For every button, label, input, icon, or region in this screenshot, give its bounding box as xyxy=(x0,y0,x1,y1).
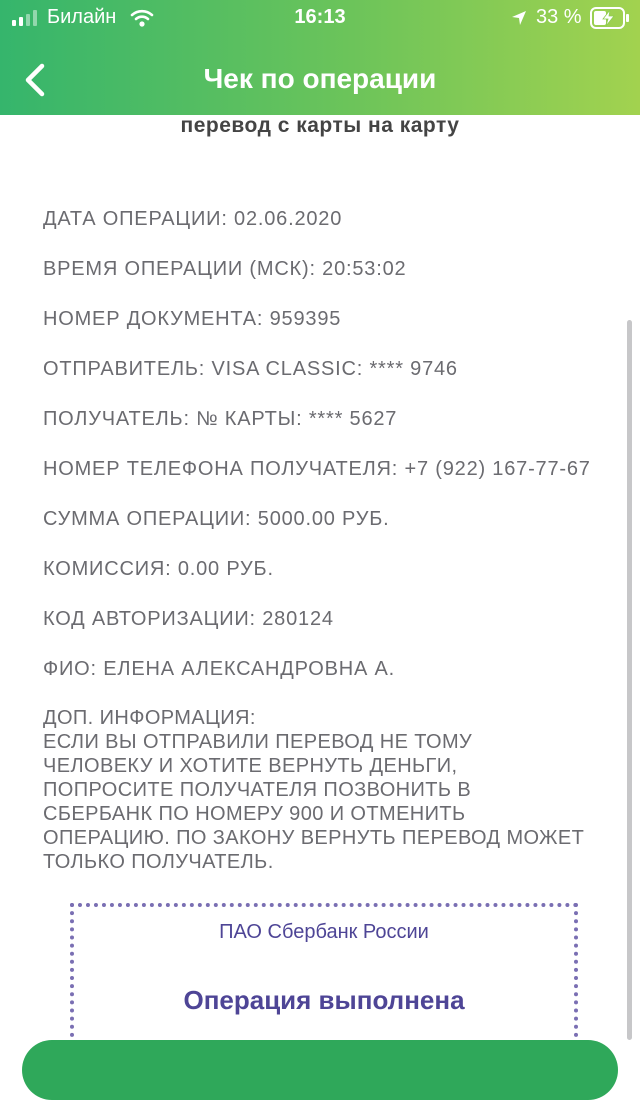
additional-info-line: ТОЛЬКО ПОЛУЧАТЕЛЬ. xyxy=(43,851,274,873)
recipient-name: ФИО: ЕЛЕНА АЛЕКСАНДРОВНА А. xyxy=(43,658,396,680)
operation-amount: СУММА ОПЕРАЦИИ: 5000.00 РУБ. xyxy=(43,508,390,530)
additional-info-line: ЧЕЛОВЕКУ И ХОТИТЕ ВЕРНУТЬ ДЕНЬГИ, xyxy=(43,755,458,777)
stamp-bank-name: ПАО Сбербанк России xyxy=(219,921,429,943)
authorization-code: КОД АВТОРИЗАЦИИ: 280124 xyxy=(43,608,334,630)
additional-info-line: ПОПРОСИТЕ ПОЛУЧАТЕЛЯ ПОЗВОНИТЬ В xyxy=(43,779,472,801)
additional-info-line: ОПЕРАЦИЮ. ПО ЗАКОНУ ВЕРНУТЬ ПЕРЕВОД МОЖЕ… xyxy=(43,827,585,849)
battery-percent: 33 % xyxy=(536,6,582,28)
transfer-type-label: перевод с карты на карту xyxy=(180,114,460,137)
recipient-phone: НОМЕР ТЕЛЕФОНА ПОЛУЧАТЕЛЯ: +7 (922) 167-… xyxy=(43,458,591,480)
header: Билайн 16:13 33 % Чек по операции xyxy=(0,0,640,115)
document-number: НОМЕР ДОКУМЕНТА: 959395 xyxy=(43,308,342,330)
location-arrow-icon xyxy=(512,11,526,25)
stamp-status: Операция выполнена xyxy=(183,985,465,1015)
bank-stamp: ПАО Сбербанк России Операция выполнена xyxy=(70,903,578,1037)
nav-bar: Чек по операции xyxy=(0,36,640,115)
operation-time: ВРЕМЯ ОПЕРАЦИИ (МСК): 20:53:02 xyxy=(43,258,407,280)
scrollbar[interactable] xyxy=(627,320,632,1040)
battery-charging-icon xyxy=(590,7,629,29)
commission: КОМИССИЯ: 0.00 РУБ. xyxy=(43,558,274,580)
operation-date: ДАТА ОПЕРАЦИИ: 02.06.2020 xyxy=(43,208,343,230)
bottom-action-button[interactable] xyxy=(22,1040,618,1100)
additional-info-line: СБЕРБАНК ПО НОМЕРУ 900 И ОТМЕНИТЬ xyxy=(43,803,466,825)
recipient-card: ПОЛУЧАТЕЛЬ: № КАРТЫ: **** 5627 xyxy=(43,408,398,430)
additional-info-line: ЕСЛИ ВЫ ОТПРАВИЛИ ПЕРЕВОД НЕ ТОМУ xyxy=(43,731,473,753)
sender: ОТПРАВИТЕЛЬ: VISA CLASSIC: **** 9746 xyxy=(43,358,458,380)
status-bar: Билайн 16:13 33 % xyxy=(0,0,640,36)
additional-info-line: ДОП. ИНФОРМАЦИЯ: xyxy=(43,707,256,729)
additional-info: ДОП. ИНФОРМАЦИЯ: ЕСЛИ ВЫ ОТПРАВИЛИ ПЕРЕВ… xyxy=(43,706,613,874)
receipt-details: ДАТА ОПЕРАЦИИ: 02.06.2020 ВРЕМЯ ОПЕРАЦИИ… xyxy=(43,206,613,874)
page-title: Чек по операции xyxy=(203,63,437,94)
